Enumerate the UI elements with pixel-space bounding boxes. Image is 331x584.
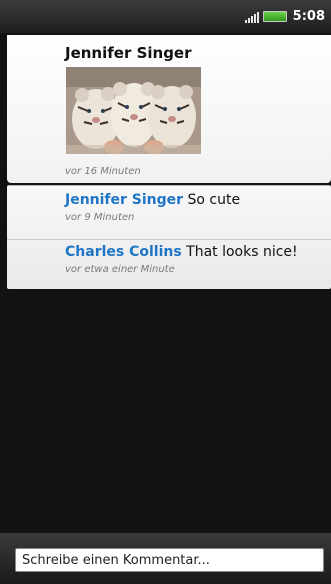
signal-bars-icon [244, 11, 259, 23]
comment-timestamp: vor 9 Minuten [65, 212, 135, 223]
comments-screen: Jennifer Singer vor 16 Minuten Jennifer … [0, 33, 331, 584]
divider [7, 239, 331, 240]
post-timestamp: vor 16 Minuten [65, 166, 141, 177]
status-bar: 5:08 [0, 0, 331, 33]
post-photo[interactable] [66, 67, 201, 154]
comment-item[interactable]: Charles Collins That looks nice! vor etw… [65, 244, 298, 275]
comment-item[interactable]: Jennifer Singer So cute vor 9 Minuten [65, 192, 240, 223]
comment-text: That looks nice! [186, 244, 298, 260]
battery-icon [262, 11, 287, 22]
post-card[interactable]: Jennifer Singer vor 16 Minuten [7, 35, 331, 183]
comment-timestamp: vor etwa einer Minute [65, 264, 175, 275]
comment-text: So cute [187, 192, 241, 208]
tiger-cubs-image [66, 67, 201, 154]
comment-author[interactable]: Jennifer Singer [65, 192, 183, 208]
comment-bar: Schreibe einen Kommentar... [0, 533, 331, 584]
comments-list: Jennifer Singer So cute vor 9 Minuten Ch… [7, 185, 331, 289]
status-time: 5:08 [292, 9, 325, 24]
post-author[interactable]: Jennifer Singer [65, 44, 192, 62]
comment-input[interactable]: Schreibe einen Kommentar... [15, 548, 324, 572]
comment-author[interactable]: Charles Collins [65, 244, 182, 260]
